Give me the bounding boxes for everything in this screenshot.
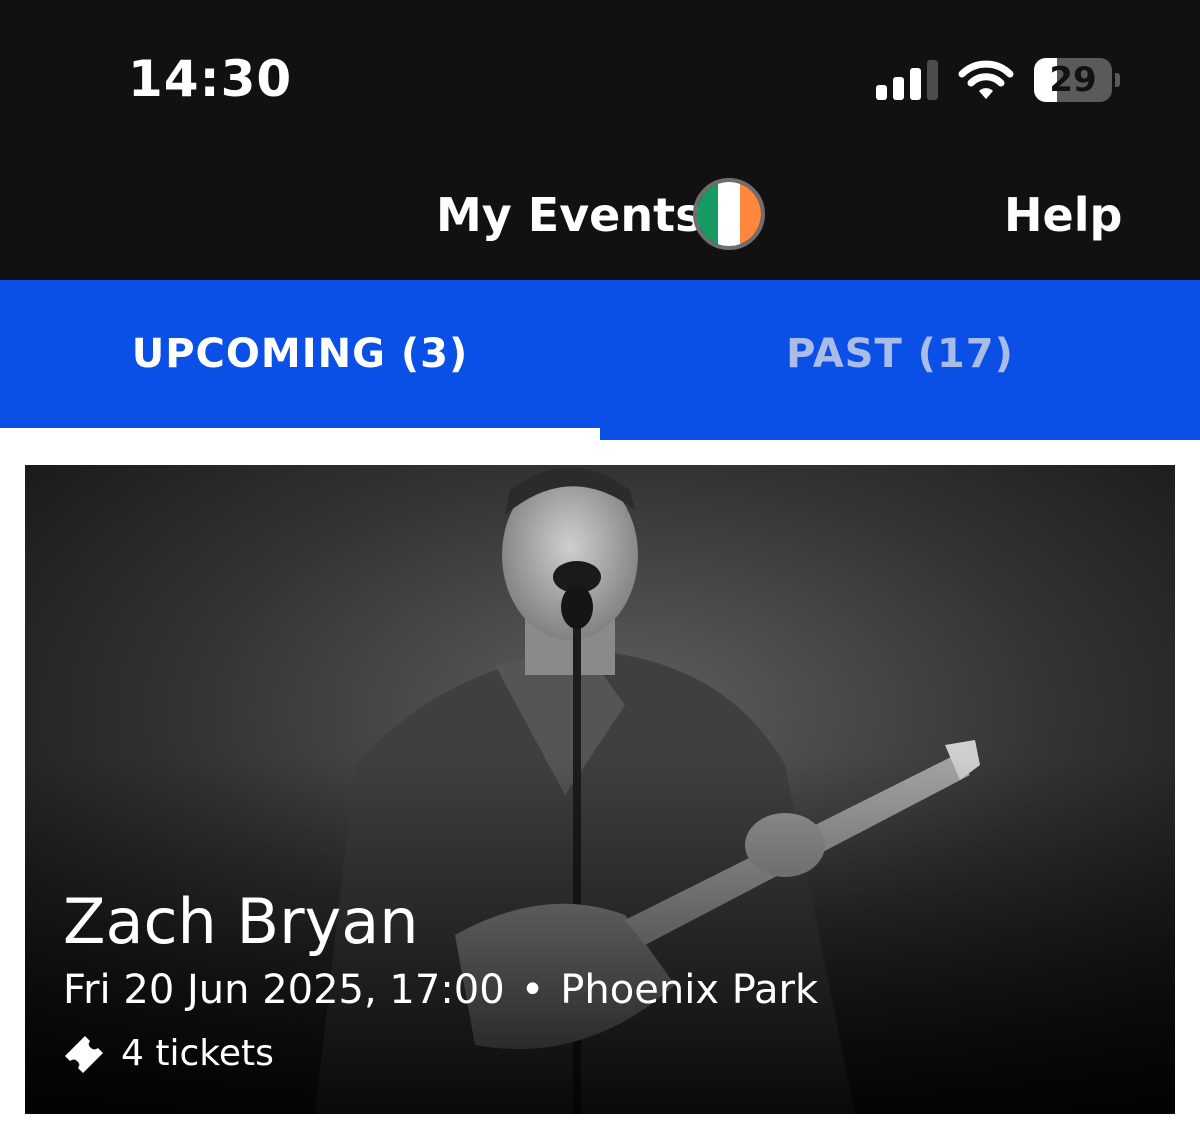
- event-venue: Phoenix Park: [560, 967, 819, 1013]
- event-card[interactable]: Zach Bryan Fri 20 Jun 2025, 17:00 • Phoe…: [25, 465, 1175, 1114]
- event-datetime: Fri 20 Jun 2025, 17:00: [63, 967, 505, 1013]
- status-bar: 14:30 29: [0, 0, 1200, 140]
- event-meta: Fri 20 Jun 2025, 17:00 • Phoenix Park: [63, 967, 818, 1013]
- flag-orange-band: [739, 182, 761, 246]
- app-header: My Events Help: [0, 140, 1200, 280]
- ireland-flag-icon[interactable]: [693, 178, 765, 250]
- status-time: 14:30: [128, 50, 293, 108]
- wifi-icon: [958, 60, 1014, 99]
- tab-upcoming[interactable]: UPCOMING (3): [0, 280, 600, 428]
- active-tab-indicator: [0, 428, 600, 440]
- battery-icon: 29: [1034, 58, 1120, 102]
- ticket-count: 4 tickets: [121, 1033, 274, 1074]
- help-link[interactable]: Help: [1004, 188, 1122, 242]
- battery-level: 29: [1049, 60, 1097, 100]
- page-title: My Events: [436, 188, 703, 242]
- event-info: Zach Bryan Fri 20 Jun 2025, 17:00 • Phoe…: [63, 885, 818, 1075]
- ticket-count-row: 4 tickets: [63, 1033, 818, 1074]
- ticket-icon: [65, 1035, 103, 1073]
- cellular-signal-icon: [876, 58, 940, 100]
- flag-green-band: [697, 182, 719, 246]
- flag-white-band: [718, 182, 740, 246]
- meta-separator: •: [520, 967, 545, 1013]
- event-artist: Zach Bryan: [63, 885, 419, 958]
- events-tab-bar: UPCOMING (3) PAST (17): [0, 280, 1200, 440]
- tab-past[interactable]: PAST (17): [600, 280, 1200, 428]
